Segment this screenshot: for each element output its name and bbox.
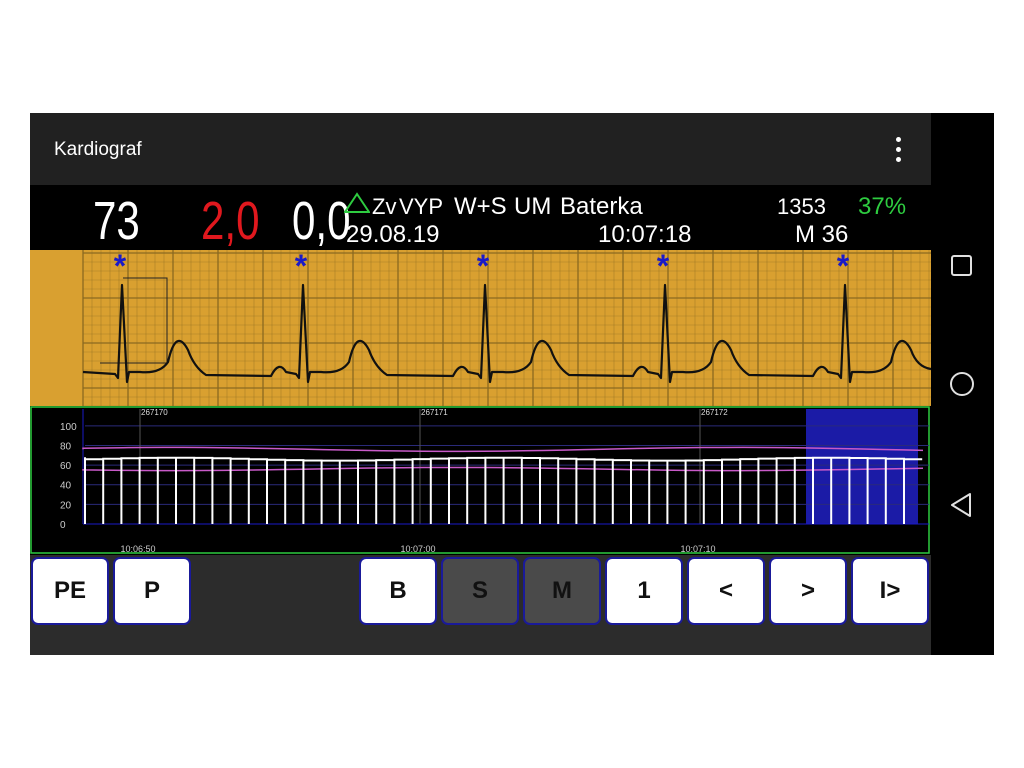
pe-button[interactable]: PE: [31, 557, 109, 625]
time-value: 10:07:18: [598, 221, 692, 248]
heart-rate-value: 73: [93, 191, 140, 251]
system-nav-bar: [931, 113, 994, 655]
trend-time-label: 10:06:50: [120, 544, 155, 554]
b-button[interactable]: B: [359, 557, 437, 625]
overflow-menu-icon[interactable]: [888, 135, 908, 165]
beat-marker-icon: *: [477, 250, 490, 284]
triangle-icon: [344, 192, 370, 213]
m-button[interactable]: M: [523, 557, 601, 625]
trend-time-label: 10:07:00: [400, 544, 435, 554]
beat-marker-icon: *: [295, 250, 308, 284]
beat-marker-icon: *: [837, 250, 850, 284]
app-window: Kardiograf 73 2,0 0,0 Zv VYP W+S UM Bate…: [30, 113, 931, 655]
trend-y-tick: 0: [60, 520, 66, 531]
nav-back-icon[interactable]: [949, 491, 975, 519]
trend-time-label: 10:07:10: [680, 544, 715, 554]
memory-value: M 36: [795, 221, 849, 248]
end-button[interactable]: I>: [851, 557, 929, 625]
date-value: 29.08.19: [346, 221, 440, 248]
um-label: UM: [514, 193, 552, 220]
trend-beat-marker: 267170: [141, 408, 168, 417]
p-button[interactable]: P: [113, 557, 191, 625]
one-button[interactable]: 1: [605, 557, 683, 625]
battery-percent: 37%: [858, 193, 907, 220]
zv-label: Zv: [372, 194, 397, 219]
s-button[interactable]: S: [441, 557, 519, 625]
app-bar: Kardiograf: [30, 113, 931, 185]
white-value: 0,0: [292, 191, 351, 251]
device-frame: Kardiograf 73 2,0 0,0 Zv VYP W+S UM Bate…: [30, 113, 994, 655]
battery-label: Baterka: [560, 193, 643, 220]
count-value: 1353: [777, 194, 826, 219]
ecg-left-margin: [30, 250, 83, 406]
vyp-label: VYP: [399, 194, 444, 219]
beat-marker-icon: *: [657, 250, 670, 284]
app-title: Kardiograf: [54, 139, 142, 160]
ecg-trace: [82, 283, 931, 384]
ecg-strip: * * * * *: [30, 248, 931, 407]
prev-button[interactable]: <: [687, 557, 765, 625]
nav-home-icon[interactable]: [949, 371, 977, 399]
nav-recents-icon[interactable]: [949, 253, 975, 279]
red-value: 2,0: [201, 191, 260, 251]
trend-y-tick: 20: [60, 500, 72, 511]
trend-chart: 100 80 60 40 20 0 267170 267171 267172 10:06:50 10…: [30, 406, 931, 555]
next-button[interactable]: >: [769, 557, 847, 625]
trend-graph: 100 80 60 40 20 0 267170 267171 267172 10:06:50 10…: [30, 406, 930, 554]
trend-beat-marker: 267171: [421, 408, 448, 417]
trend-y-tick: 60: [60, 461, 72, 472]
button-bar: PE P B S M 1 < > I>: [30, 556, 931, 628]
trend-y-tick: 80: [60, 441, 72, 452]
trend-beat-marker: 267172: [701, 408, 728, 417]
stats-panel: 73 2,0 0,0 Zv VYP W+S UM Baterka 1353 37…: [30, 185, 931, 250]
trend-y-tick: 100: [60, 422, 77, 433]
ecg-waveform: * * * * *: [30, 248, 931, 407]
mode-label: W+S: [454, 193, 507, 220]
trend-y-tick: 40: [60, 481, 72, 492]
beat-marker-icon: *: [114, 250, 127, 284]
